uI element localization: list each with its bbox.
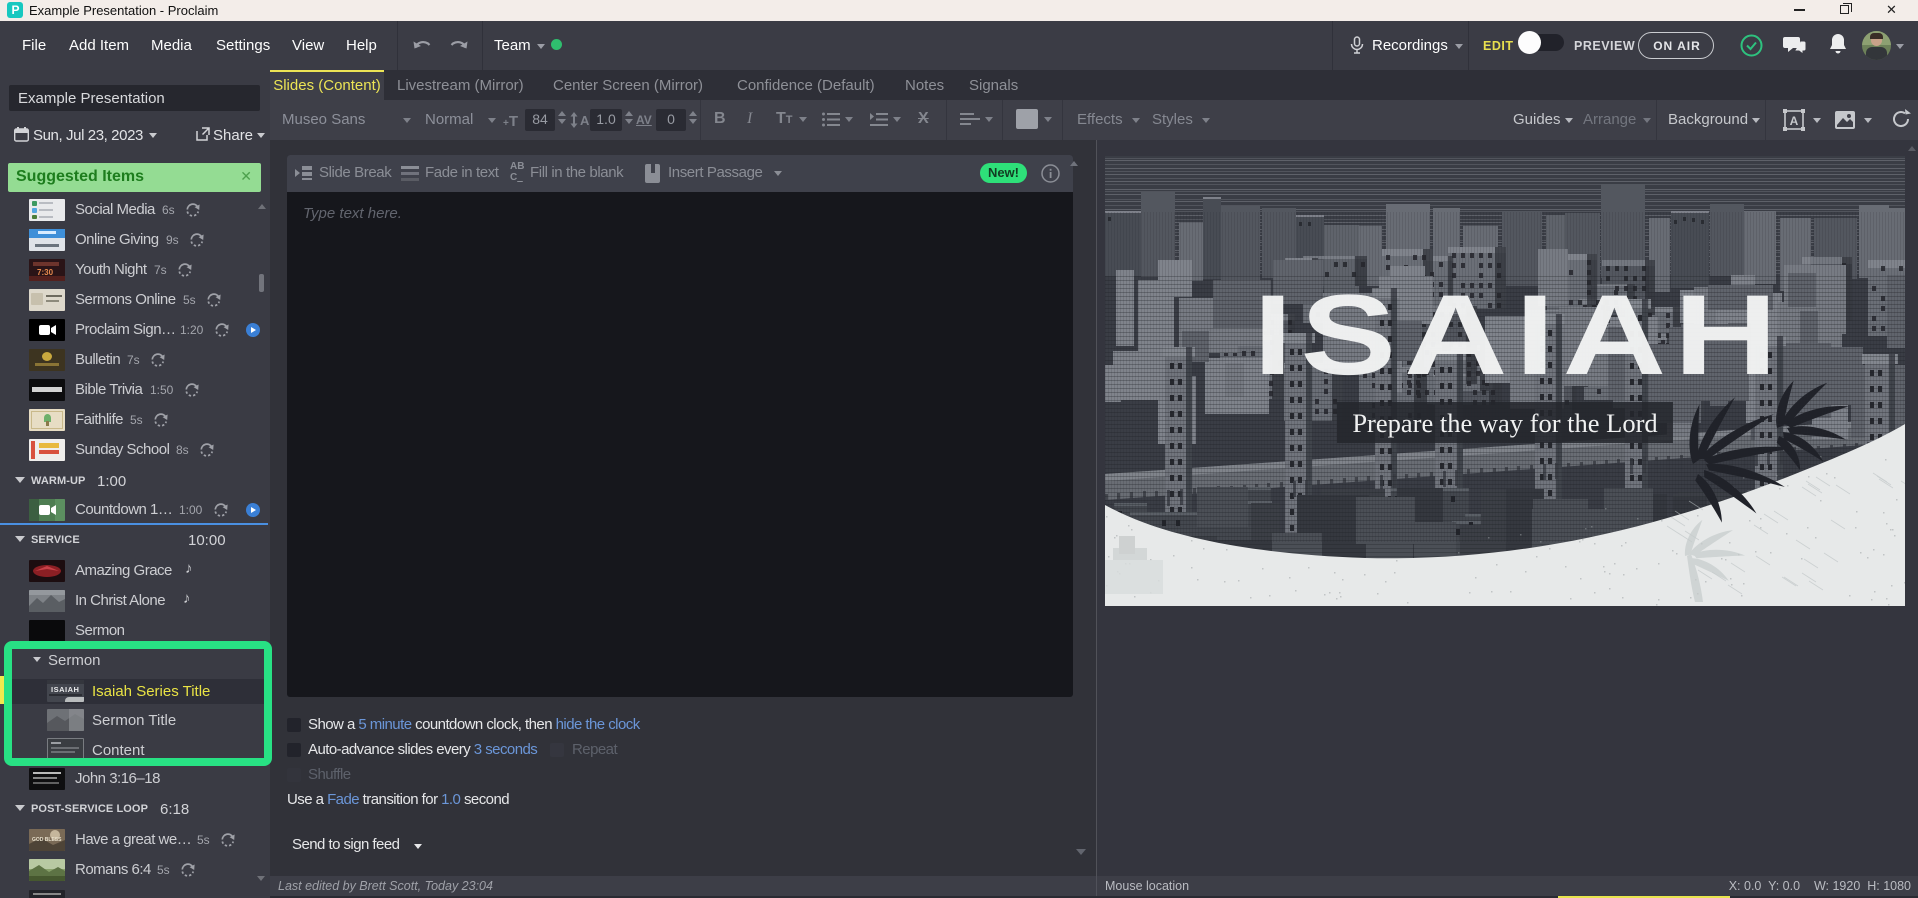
svg-text:A: A [1790, 114, 1799, 128]
svg-text:Prepare the way for the Lord: Prepare the way for the Lord [1352, 408, 1657, 438]
svg-text:ISAIAH: ISAIAH [1253, 272, 1785, 399]
